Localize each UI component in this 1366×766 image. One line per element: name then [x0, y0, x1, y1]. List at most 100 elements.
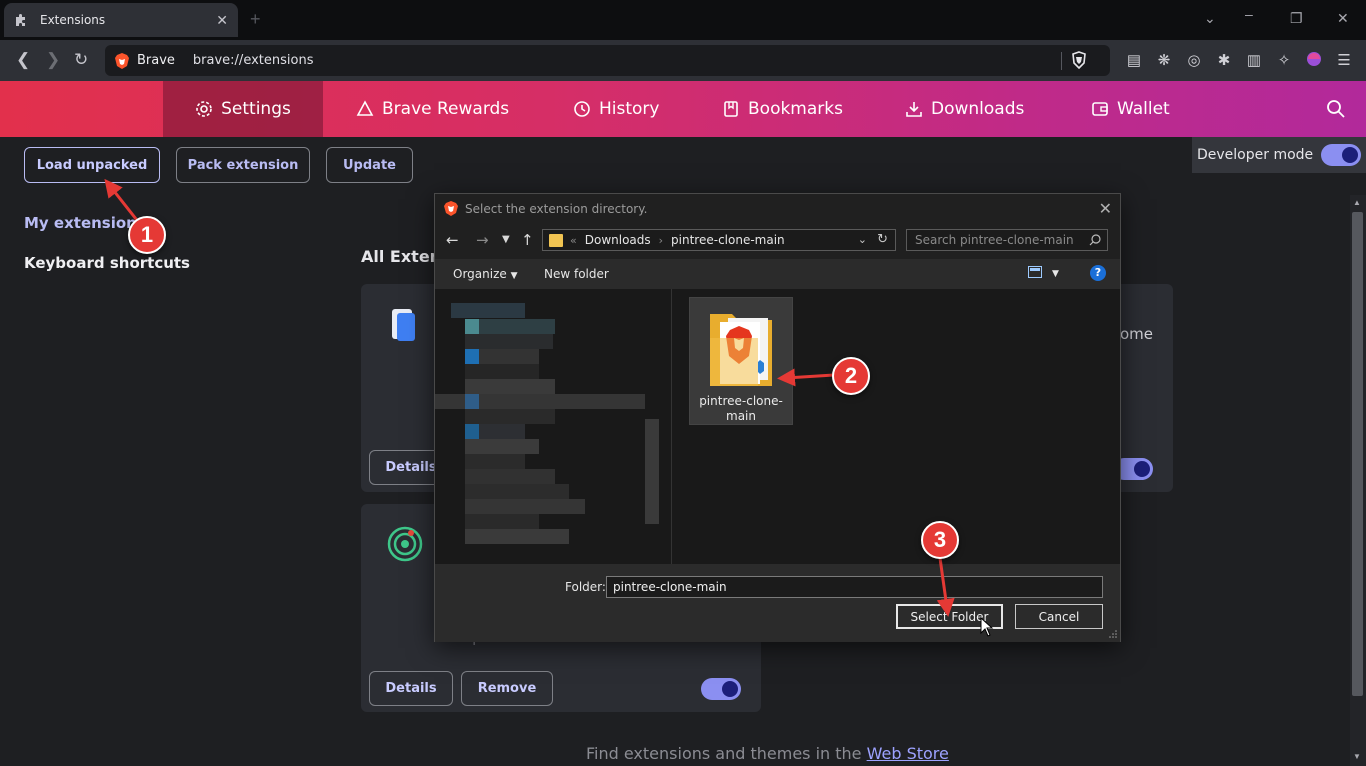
close-tab-icon[interactable]: ✕	[216, 12, 228, 29]
view-chevron-icon[interactable]: ▼	[1052, 269, 1059, 279]
path-overflow[interactable]: «	[570, 234, 577, 247]
settings-nav: Settings Brave Rewards History Bookmarks…	[0, 81, 1366, 137]
window-close-icon[interactable]: ✕	[1337, 10, 1349, 27]
folder-name-input[interactable]: pintree-clone-main	[606, 576, 1103, 598]
back-icon[interactable]: ❮	[16, 50, 30, 70]
annotation-badge-2: 2	[832, 357, 870, 395]
dialog-footer: Folder: pintree-clone-main	[435, 564, 1120, 642]
bookmark-icon	[722, 100, 740, 118]
path-segment-current[interactable]: pintree-clone-main	[671, 233, 785, 247]
footer-text: Find extensions and themes in the Web St…	[586, 744, 949, 763]
gear-icon	[195, 100, 213, 118]
profile-icon[interactable]	[1305, 51, 1323, 69]
forward-icon[interactable]: ❯	[46, 50, 60, 70]
vpn-icon[interactable]: ◎	[1185, 51, 1203, 69]
omnibox-divider	[1061, 52, 1062, 70]
refresh-icon[interactable]: ↻	[877, 232, 888, 247]
organize-chevron-icon: ▼	[510, 271, 518, 281]
dialog-close-icon[interactable]: ✕	[1099, 199, 1112, 218]
organize-label: Organize	[453, 267, 507, 281]
browser-toolbar: ❮ ❯ ↻ Brave brave://extensions ▤ ❋ ◎ ✱ ▥…	[0, 40, 1366, 81]
details-button[interactable]: Details	[369, 671, 453, 706]
dialog-up-icon[interactable]: ↑	[521, 231, 534, 249]
view-options-icon[interactable]	[1028, 266, 1042, 281]
tab-extensions[interactable]: Extensions ✕	[4, 3, 238, 37]
update-button[interactable]: Update	[326, 147, 413, 183]
path-separator-icon: ›	[658, 233, 664, 247]
path-dropdown-icon[interactable]: ⌄	[858, 233, 867, 246]
nav-bookmarks[interactable]: Bookmarks	[722, 81, 843, 137]
folder-item-pintree-clone-main[interactable]: pintree-clone-main	[689, 297, 793, 425]
restore-icon[interactable]: ❐	[1290, 10, 1303, 27]
nav-brave-rewards[interactable]: Brave Rewards	[356, 81, 509, 137]
developer-mode-toggle[interactable]	[1321, 144, 1361, 166]
ai-icon[interactable]: ✧	[1275, 51, 1293, 69]
footer-caption: Find extensions and themes in the	[586, 744, 867, 763]
leo-icon[interactable]: ❋	[1155, 51, 1173, 69]
dialog-forward-icon[interactable]: →	[476, 231, 489, 249]
load-unpacked-button[interactable]: Load unpacked	[24, 147, 160, 183]
reload-icon[interactable]: ↻	[74, 50, 88, 70]
cancel-button[interactable]: Cancel	[1015, 604, 1103, 629]
folder-icon	[710, 314, 772, 386]
brave-shields-icon[interactable]	[1071, 51, 1087, 69]
annotation-badge-3: 3	[921, 521, 959, 559]
navigation-pane[interactable]	[435, 289, 672, 564]
path-segment-downloads[interactable]: Downloads	[585, 233, 651, 247]
extension-description-fragment: ome	[1120, 325, 1154, 343]
resize-grip-icon[interactable]	[1109, 630, 1117, 638]
scroll-down-icon[interactable]: ▼	[1353, 752, 1361, 761]
tab-title: Extensions	[40, 13, 106, 27]
developer-mode-panel: Developer mode	[1192, 137, 1366, 173]
folder-name-value: pintree-clone-main	[613, 580, 727, 594]
nav-downloads[interactable]: Downloads	[905, 81, 1024, 137]
scroll-up-icon[interactable]: ▲	[1353, 198, 1361, 207]
dialog-recent-chevron-icon[interactable]: ▼	[502, 234, 510, 245]
dialog-body: pintree-clone-main	[435, 289, 1120, 564]
address-bar[interactable]: Brave brave://extensions	[105, 45, 1110, 76]
puzzle-icon	[14, 13, 28, 27]
new-tab-icon[interactable]: +	[250, 9, 261, 30]
wallet-icon	[1091, 100, 1109, 118]
nav-settings-label: Settings	[221, 99, 291, 119]
dialog-search-input[interactable]: Search pintree-clone-main	[906, 229, 1108, 251]
sidebar-keyboard-shortcuts[interactable]: Keyboard shortcuts	[24, 254, 190, 272]
file-list: pintree-clone-main	[673, 289, 1121, 564]
nav-bookmarks-label: Bookmarks	[748, 99, 843, 119]
dialog-title: Select the extension directory.	[465, 201, 648, 216]
mouse-cursor-icon	[980, 617, 994, 637]
url-text[interactable]: brave://extensions	[193, 53, 314, 68]
search-icon[interactable]	[1326, 99, 1346, 119]
new-folder-button[interactable]: New folder	[544, 267, 609, 281]
sidebar-my-extensions[interactable]: My extensions	[24, 214, 146, 232]
wallet-icon[interactable]: ▤	[1125, 51, 1143, 69]
page-scrollbar-thumb[interactable]	[1352, 212, 1363, 696]
nav-history[interactable]: History	[573, 81, 659, 137]
sidebar-icon[interactable]: ▥	[1245, 51, 1263, 69]
nav-rewards-label: Brave Rewards	[382, 99, 510, 119]
dialog-back-icon[interactable]: ←	[446, 231, 459, 249]
dialog-search-placeholder: Search pintree-clone-main	[915, 233, 1074, 247]
extensions-icon[interactable]: ✱	[1215, 51, 1233, 69]
organize-menu[interactable]: Organize ▼	[453, 267, 518, 281]
tab-search-chevron-icon[interactable]: ⌄	[1204, 10, 1216, 27]
pack-extension-button[interactable]: Pack extension	[176, 147, 310, 183]
folder-name-text: pintree-clone-main	[699, 394, 783, 423]
web-store-link[interactable]: Web Store	[867, 744, 949, 763]
folder-name: pintree-clone-main	[690, 394, 792, 424]
minimize-icon[interactable]: –	[1245, 6, 1253, 22]
brave-app-icon	[444, 201, 458, 216]
nav-wallet[interactable]: Wallet	[1091, 81, 1170, 137]
developer-mode-label: Developer mode	[1197, 147, 1314, 163]
extension-enable-toggle[interactable]	[701, 678, 741, 700]
help-icon[interactable]: ?	[1090, 265, 1106, 281]
folder-label: Folder:	[565, 580, 606, 594]
menu-icon[interactable]: ☰	[1335, 51, 1353, 69]
dialog-path-bar[interactable]: « Downloads › pintree-clone-main ⌄ ↻	[542, 229, 896, 251]
dialog-commandbar: Organize ▼ New folder ▼ ?	[435, 259, 1120, 289]
nav-settings[interactable]: Settings	[163, 81, 323, 137]
site-label: Brave	[137, 53, 175, 68]
history-icon	[573, 100, 591, 118]
remove-button[interactable]: Remove	[461, 671, 553, 706]
nav-history-label: History	[599, 99, 660, 119]
